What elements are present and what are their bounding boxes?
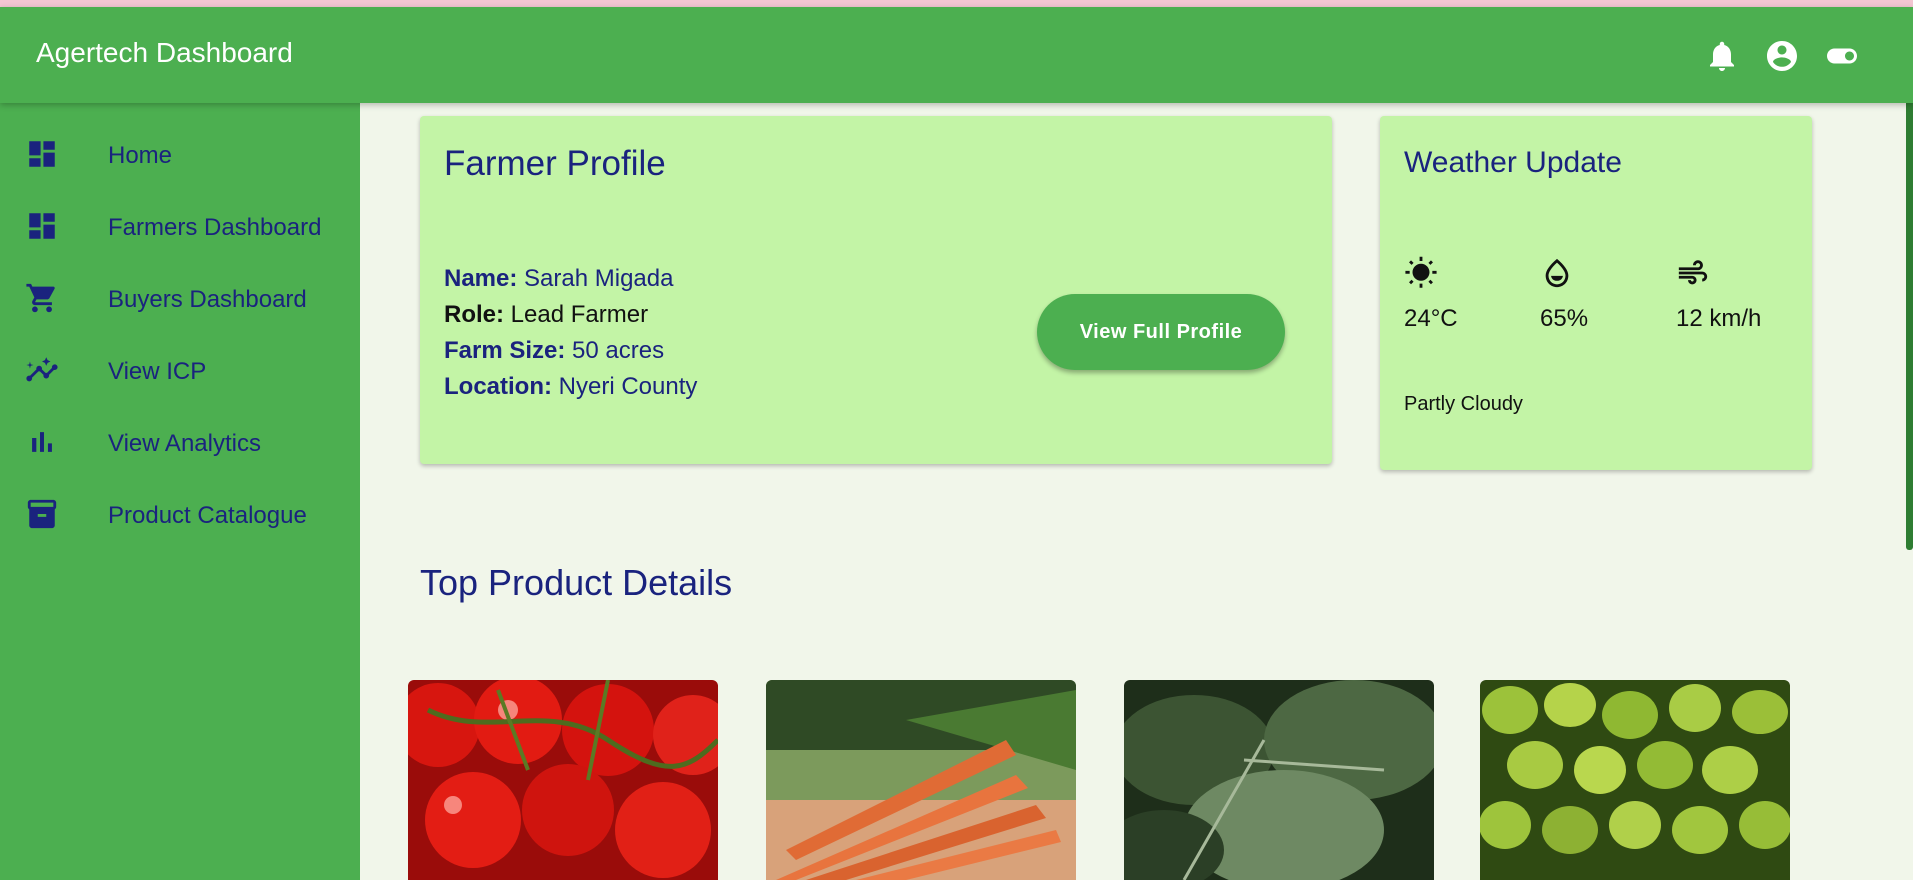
weather-card: Weather Update 24°C 65% 12 km/h Partly C…: [1380, 116, 1812, 470]
archive-icon: [25, 497, 59, 531]
spinach-image: [1124, 680, 1434, 880]
farmer-role: Lead Farmer: [510, 301, 649, 328]
wind-icon: [1676, 256, 1796, 295]
sidebar-item-buyers-dashboard[interactable]: Buyers Dashboard: [0, 263, 360, 327]
account-circle-icon[interactable]: [1764, 38, 1800, 74]
sidebar-item-label: Buyers Dashboard: [108, 286, 307, 313]
profile-role-line: Role: Lead Farmer: [444, 297, 697, 333]
app-bar: Agertech Dashboard: [0, 7, 1913, 103]
sidebar: Home Farmers Dashboard Buyers Dashboard …: [0, 103, 360, 880]
notifications-icon[interactable]: [1704, 38, 1740, 74]
profile-farm-size-line: Farm Size: 50 acres: [444, 333, 697, 369]
product-card-tomatoes[interactable]: [408, 680, 718, 880]
name-label: Name:: [444, 265, 518, 292]
scrollbar[interactable]: [1906, 60, 1913, 550]
humidity-block: 65%: [1540, 256, 1660, 333]
farmer-location: Nyeri County: [558, 373, 698, 400]
wind-value: 12 km/h: [1676, 305, 1762, 332]
farm-size: 50 acres: [572, 337, 665, 364]
farmer-name: Sarah Migada: [524, 265, 674, 292]
wind-block: 12 km/h: [1676, 256, 1796, 333]
tomatoes-image: [408, 680, 718, 880]
sidebar-item-label: Farmers Dashboard: [108, 214, 322, 241]
product-card-avocados[interactable]: [1480, 680, 1790, 880]
sidebar-item-farmers-dashboard[interactable]: Farmers Dashboard: [0, 191, 360, 255]
sidebar-item-view-analytics[interactable]: View Analytics: [0, 407, 360, 471]
card-title: Farmer Profile: [444, 144, 666, 183]
temperature-value: 24°C: [1404, 305, 1458, 332]
bar-chart-icon: [25, 425, 59, 459]
section-title: Top Product Details: [420, 562, 733, 603]
avocados-image: [1480, 680, 1790, 880]
carrots-image: [766, 680, 1076, 880]
profile-details: Name: Sarah Migada Role: Lead Farmer Far…: [444, 261, 697, 405]
sidebar-item-label: Product Catalogue: [108, 502, 307, 529]
farmer-profile-card: Farmer Profile Name: Sarah Migada Role: …: [420, 116, 1332, 464]
profile-location-line: Location: Nyeri County: [444, 369, 697, 405]
toggle-icon[interactable]: [1824, 38, 1860, 74]
view-full-profile-button[interactable]: View Full Profile: [1037, 294, 1285, 370]
sidebar-item-view-icp[interactable]: View ICP: [0, 335, 360, 399]
window-top-strip: [0, 0, 1913, 7]
sidebar-item-product-catalogue[interactable]: Product Catalogue: [0, 479, 360, 543]
water-drop-icon: [1540, 256, 1660, 295]
sidebar-item-home[interactable]: Home: [0, 119, 360, 183]
location-label: Location:: [444, 373, 552, 400]
sidebar-item-label: View ICP: [108, 358, 207, 385]
app-title: Agertech Dashboard: [36, 37, 293, 68]
weather-condition: Partly Cloudy: [1404, 393, 1523, 415]
role-label: Role:: [444, 301, 504, 328]
temperature-block: 24°C: [1404, 256, 1524, 333]
profile-name-line: Name: Sarah Migada: [444, 261, 697, 297]
dashboard-icon: [25, 137, 59, 171]
card-title: Weather Update: [1404, 146, 1622, 179]
sidebar-item-label: View Analytics: [108, 430, 261, 457]
sun-icon: [1404, 256, 1524, 295]
humidity-value: 65%: [1540, 305, 1589, 332]
farm-size-label: Farm Size:: [444, 337, 566, 364]
insights-icon: [25, 353, 59, 387]
dashboard-icon: [25, 209, 59, 243]
product-card-spinach[interactable]: [1124, 680, 1434, 880]
sidebar-item-label: Home: [108, 142, 173, 169]
shopping-cart-icon: [25, 281, 59, 315]
product-card-carrots[interactable]: [766, 680, 1076, 880]
